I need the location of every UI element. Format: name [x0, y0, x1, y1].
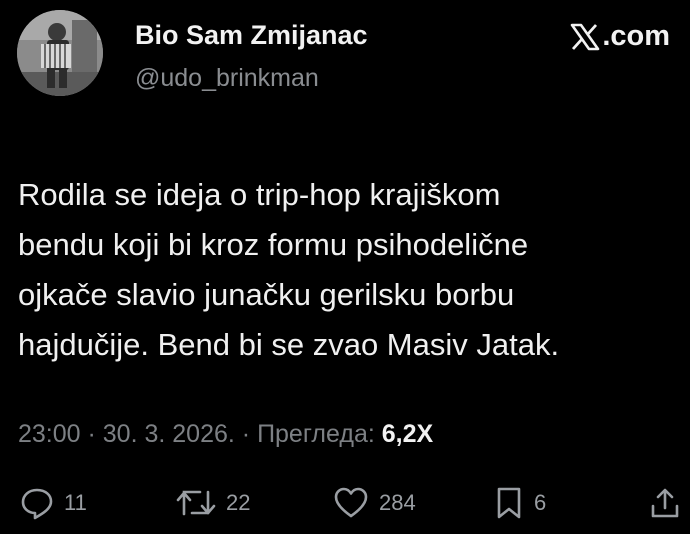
like-count: 284 — [379, 490, 416, 515]
views-count: 6,2X — [381, 420, 434, 448]
like-button[interactable]: 284 — [333, 486, 416, 520]
bookmark-button[interactable]: 6 — [494, 486, 546, 520]
author-display-name[interactable]: Bio Sam Zmijanac — [135, 20, 368, 51]
repost-button[interactable]: 22 — [176, 486, 250, 520]
share-button[interactable] — [650, 486, 680, 520]
bookmark-icon — [494, 486, 524, 520]
x-logo-icon — [570, 23, 600, 51]
post-date[interactable]: 30. 3. 2026. — [103, 420, 235, 448]
reply-button[interactable]: 11 — [20, 486, 87, 520]
views-label: Прегледа: — [257, 420, 375, 448]
brand-watermark: .com — [570, 20, 670, 53]
meta-separator: · — [80, 420, 103, 448]
avatar[interactable] — [17, 10, 103, 96]
reply-icon — [20, 486, 54, 520]
brand-text: .com — [602, 20, 670, 52]
post-line: ojkače slavio junačku gerilsku borbu — [18, 277, 515, 312]
post-time[interactable]: 23:00 — [18, 420, 81, 448]
post-line: hajdučije. Bend bi se zvao Masiv Jatak. — [18, 327, 560, 362]
avatar-image — [17, 10, 103, 96]
post-text: Rodila se ideja o trip-hop krajiškom ben… — [18, 170, 678, 370]
share-icon — [650, 486, 680, 520]
post-line: Rodila se ideja o trip-hop krajiškom — [18, 177, 501, 212]
repost-icon — [176, 486, 216, 520]
post-line: bendu koji bi kroz formu psihodelične — [18, 227, 529, 262]
meta-separator: · — [234, 420, 258, 448]
author-handle[interactable]: @udo_brinkman — [135, 64, 319, 93]
reply-count: 11 — [64, 490, 87, 515]
action-bar: 11 22 284 6 — [0, 486, 690, 526]
repost-count: 22 — [226, 490, 251, 515]
heart-icon — [333, 486, 369, 520]
post-meta: 23:00 · 30. 3. 2026. · Прегледа: 6,2X — [18, 420, 433, 449]
bookmark-count: 6 — [534, 490, 547, 515]
